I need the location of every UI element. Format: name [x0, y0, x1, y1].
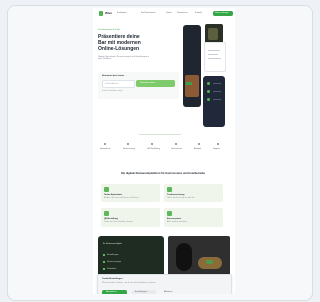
- cash-register-icon: [167, 211, 172, 216]
- logo-mark-icon: [99, 11, 103, 16]
- app-line: [213, 99, 221, 100]
- feature-label: Speisekarte: [100, 148, 111, 150]
- app-dot-icon: [207, 82, 210, 85]
- app-line: [213, 83, 221, 84]
- feature-text: Gäste buchen rund um die Uhr.: [167, 197, 195, 199]
- logo-text[interactable]: Wivo: [105, 12, 112, 15]
- demo-request-button[interactable]: Demo anfragen: [213, 11, 233, 16]
- cookie-text: Wir verwenden Cookies, um dir das beste …: [102, 282, 157, 284]
- decline-cookies-link[interactable]: Ablehnen: [164, 291, 172, 293]
- feature-title: QR-Bestellung: [104, 218, 118, 220]
- feature-card-pos[interactable]: Kassensystem Alles zentral verwalten.: [164, 208, 223, 227]
- hero-signup-form: Restaurant jetzt starten E-Mail-Adresse …: [98, 72, 179, 99]
- start-free-button[interactable]: Kostenlos starten: [136, 80, 175, 87]
- menu-line: [208, 58, 221, 59]
- app-item: Reservierungen: [107, 261, 122, 263]
- salad-image: [206, 260, 213, 264]
- cookie-settings-button[interactable]: Einstellungen: [132, 290, 156, 294]
- app-promo-title: Ihr Restaurant digital: [103, 243, 122, 245]
- feature-label: Analytik: [194, 148, 202, 150]
- dot-icon: [151, 143, 153, 145]
- feature-title: Online-Speisekarte: [104, 194, 123, 196]
- phone-mockup-food-photo: [183, 25, 201, 107]
- qr-code-icon: [104, 211, 109, 216]
- hero-description: Digitale Speisekarte, Reservierungen und…: [98, 56, 150, 60]
- section-divider: [139, 134, 181, 135]
- cookie-banner: Cookie-Einstellungen Wir verwenden Cooki…: [97, 274, 232, 294]
- accept-cookies-button[interactable]: Akzeptieren: [102, 290, 127, 294]
- form-label: Restaurant jetzt starten: [102, 75, 125, 77]
- app-item: Statistiken: [107, 268, 117, 270]
- app-dot-icon: [207, 98, 210, 101]
- feature-card-menu[interactable]: Online-Speisekarte Ändere Gerichte und P…: [101, 184, 160, 202]
- feature-label: QR Bestellung: [147, 148, 160, 150]
- app-dot-icon: [207, 90, 210, 93]
- menu-line: [208, 50, 220, 51]
- dot-icon: [127, 143, 129, 145]
- dot-icon: [104, 143, 106, 145]
- food-image: [185, 75, 199, 97]
- feature-card-reservation[interactable]: Tischreservierung Gäste buchen rund um d…: [164, 184, 223, 202]
- calendar-icon: [167, 187, 172, 192]
- app-line: [213, 91, 221, 92]
- feature-card-qr[interactable]: QR-Bestellung Direkt am Tisch bestellen …: [101, 208, 160, 227]
- feature-label: Reservierung: [123, 148, 135, 150]
- feature-strip: Speisekarte Reservierung QR Bestellung L…: [95, 134, 231, 166]
- top-navigation: Wivo Funktionen Für Restaurants Preise R…: [99, 10, 233, 18]
- hero-title-line-3: Online-Lösungen: [98, 46, 140, 52]
- section-title: Die digitale Restaurantplattform für Gas…: [121, 172, 205, 175]
- check-icon: [103, 254, 105, 256]
- hero-eyebrow: Für Restaurants & Cafés: [98, 29, 121, 31]
- feature-text: Direkt am Tisch bestellen lassen.: [104, 221, 134, 223]
- menu-preview-card: [204, 42, 226, 72]
- nav-item-resources[interactable]: Ressourcen: [177, 12, 188, 14]
- feature-title: Kassensystem: [167, 218, 182, 220]
- app-item: Bestellungen: [107, 254, 119, 256]
- nav-item-functions[interactable]: Funktionen: [117, 12, 127, 14]
- feature-text: Ändere Gerichte und Preise in Echtzeit.: [104, 197, 140, 199]
- photo-detail-image: [208, 28, 218, 40]
- nav-item-restaurants[interactable]: Für Restaurants: [141, 12, 155, 14]
- dot-icon: [217, 143, 219, 145]
- phone-mockup-app: [203, 76, 225, 127]
- feature-text: Alles zentral verwalten.: [167, 221, 188, 223]
- menu-line: [208, 54, 218, 55]
- dot-icon: [198, 143, 200, 145]
- cookie-title: Cookie-Einstellungen: [102, 278, 123, 280]
- check-icon: [103, 268, 105, 270]
- check-icon: [103, 261, 105, 263]
- feature-title: Tischreservierung: [167, 194, 185, 196]
- menu-icon: [104, 187, 109, 192]
- form-note: Keine Kreditkarte nötig: [102, 90, 123, 92]
- feature-label: Lieferservice: [171, 148, 183, 150]
- waiter-image: [176, 243, 192, 271]
- nav-item-pricing[interactable]: Preise: [166, 12, 172, 14]
- email-input[interactable]: E-Mail-Adresse: [102, 80, 135, 88]
- feature-label: Support: [213, 148, 221, 150]
- nav-item-contact[interactable]: Kontakt: [195, 12, 202, 14]
- website-preview: Wivo Funktionen Für Restaurants Preise R…: [93, 8, 235, 294]
- food-garnish-image: [186, 82, 192, 85]
- dot-icon: [175, 143, 177, 145]
